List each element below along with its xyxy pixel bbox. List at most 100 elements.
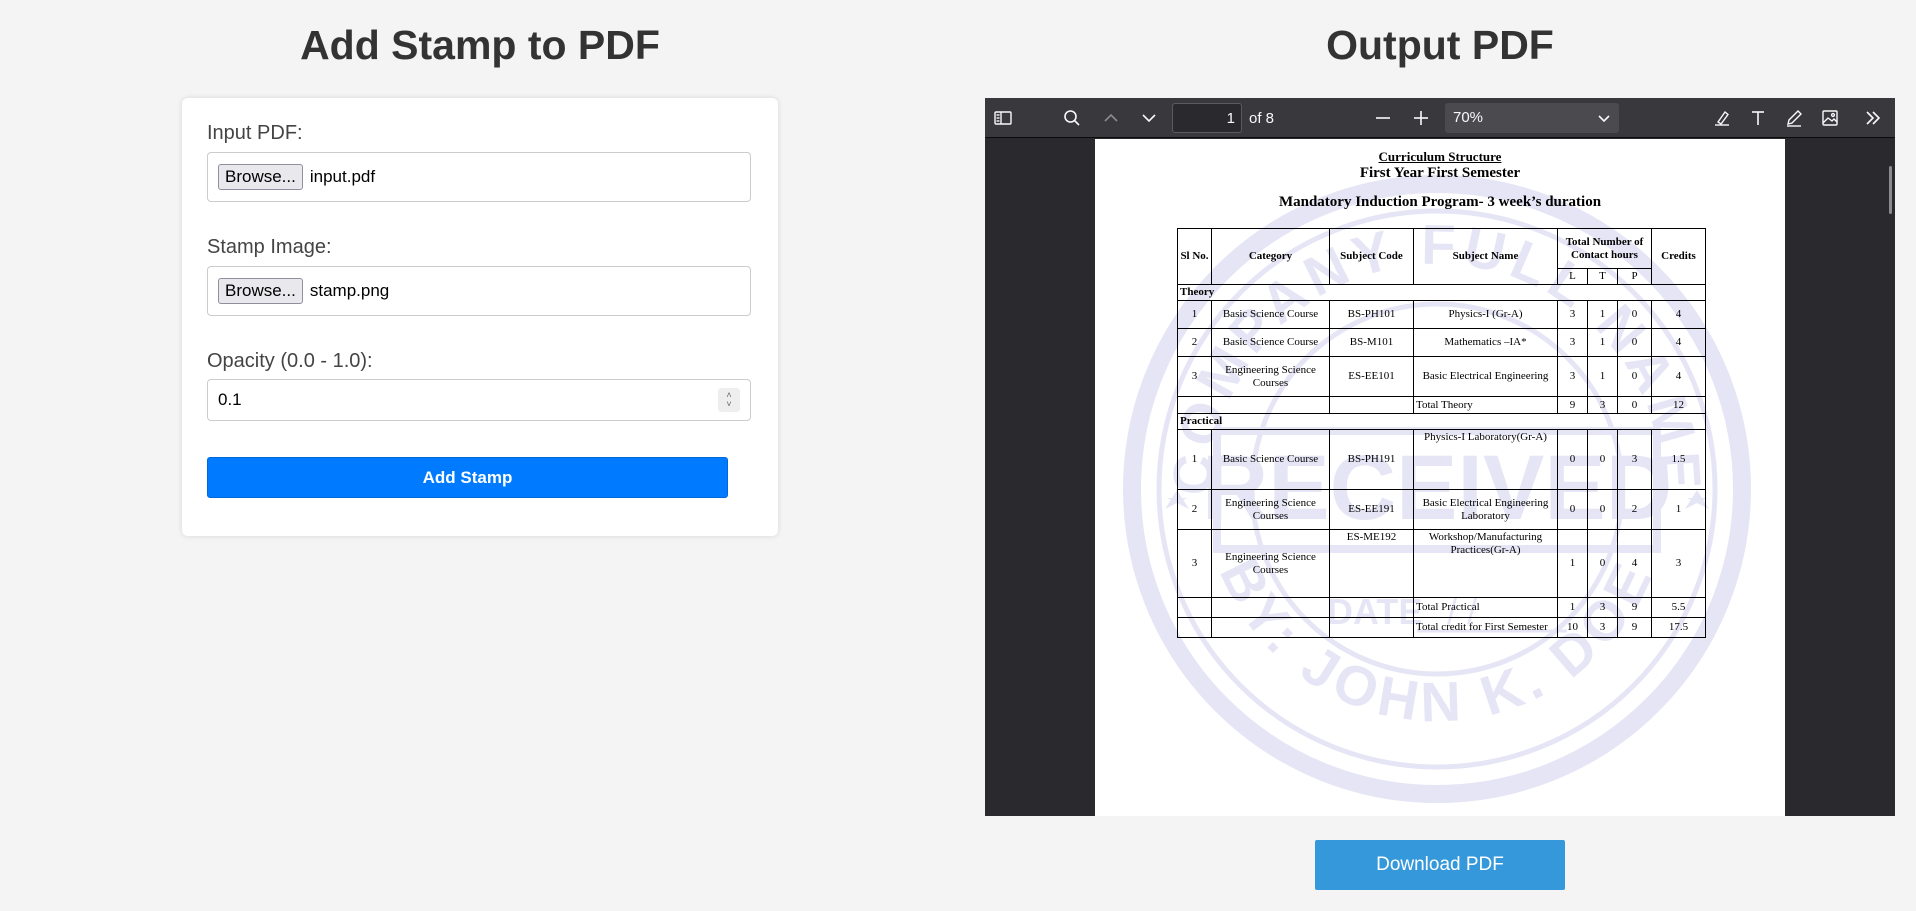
cell-t: 3 (1587, 597, 1618, 618)
table-row: 1 Basic Science Course BS-PH101 Physics-… (1177, 300, 1706, 329)
chevron-down-icon (1598, 115, 1610, 123)
cell-name: Mathematics –IA* (1413, 328, 1558, 357)
cell-p: 0 (1617, 328, 1652, 357)
cell-name: Physics-I Laboratory(Gr-A) (1413, 429, 1558, 490)
doc-heading-semester: First Year First Semester (1359, 165, 1521, 181)
input-pdf-browse-button[interactable]: Browse... (218, 164, 303, 190)
image-icon[interactable] (1818, 106, 1842, 130)
pdf-viewer[interactable]: 1 of 8 70% COMPANY FULL NAME BY: JOHN K.… (985, 98, 1895, 816)
pdf-toolbar: 1 of 8 70% (985, 98, 1895, 138)
col-header-t: T (1587, 268, 1618, 285)
cell-category (1211, 396, 1330, 414)
tools-menu-icon[interactable] (1861, 106, 1885, 130)
page-number-input[interactable]: 1 (1172, 103, 1242, 133)
cell-t: 1 (1587, 300, 1618, 329)
highlight-icon[interactable] (1710, 106, 1734, 130)
cell-p: 4 (1617, 529, 1652, 598)
cell-sl: 1 (1177, 300, 1212, 329)
table-row: 1 Basic Science Course BS-PH191 Physics-… (1177, 429, 1706, 490)
table-row: Total credit for First Semester 10 3 9 1… (1177, 617, 1706, 638)
cell-t: 3 (1587, 396, 1618, 414)
cell-t: 1 (1587, 328, 1618, 357)
cell-name: Total credit for First Semester (1413, 617, 1558, 638)
cell-credits: 4 (1651, 328, 1706, 357)
col-header-name: Subject Name (1413, 228, 1558, 285)
cell-l: 0 (1557, 489, 1588, 530)
spinner-down-icon[interactable]: ˅ (726, 400, 731, 409)
table-row: Total Practical 1 3 9 5.5 (1177, 597, 1706, 618)
zoom-in-icon[interactable] (1409, 106, 1433, 130)
cell-code (1329, 617, 1414, 638)
cell-name: Basic Electrical Engineering Laboratory (1413, 489, 1558, 530)
cell-l: 1 (1557, 529, 1588, 598)
zoom-select[interactable]: 70% (1445, 103, 1619, 133)
stamp-image-file-input[interactable]: Browse... stamp.png (207, 266, 751, 316)
cell-credits: 1.5 (1651, 429, 1706, 490)
cell-category: Engineering Science Courses (1211, 529, 1330, 598)
chevron-up-icon[interactable] (1099, 106, 1123, 130)
cell-credits: 12 (1651, 396, 1706, 414)
cell-code (1329, 396, 1414, 414)
download-pdf-button[interactable]: Download PDF (1315, 840, 1565, 890)
cell-l: 9 (1557, 396, 1588, 414)
opacity-input[interactable]: 0.1 ˄ ˅ (207, 379, 751, 421)
cell-sl (1177, 597, 1212, 618)
col-header-hours: Total Number of Contact hours (1557, 228, 1652, 269)
cell-sl: 1 (1177, 429, 1212, 490)
zoom-out-icon[interactable] (1371, 106, 1395, 130)
opacity-spinner[interactable]: ˄ ˅ (718, 388, 740, 412)
cell-t: 3 (1587, 617, 1618, 638)
cell-code: BS-M101 (1329, 328, 1414, 357)
cell-credits: 4 (1651, 356, 1706, 397)
cell-code (1329, 597, 1414, 618)
cell-l: 10 (1557, 617, 1588, 638)
cell-p: 9 (1617, 597, 1652, 618)
cell-sl: 2 (1177, 489, 1212, 530)
cell-category: Basic Science Course (1211, 429, 1330, 490)
cell-sl (1177, 396, 1212, 414)
cell-name: Workshop/Manufacturing Practices(Gr-A) (1413, 529, 1558, 598)
viewer-scrollbar[interactable] (1889, 166, 1892, 214)
cell-l: 0 (1557, 429, 1588, 490)
cell-t: 0 (1587, 429, 1618, 490)
cell-t: 0 (1587, 489, 1618, 530)
table-row: 2 Engineering Science Courses ES-EE191 B… (1177, 489, 1706, 530)
doc-heading-induction: Mandatory Induction Program- 3 week’s du… (1278, 194, 1602, 210)
opacity-value: 0.1 (218, 390, 242, 409)
cell-p: 2 (1617, 489, 1652, 530)
cell-name: Physics-I (Gr-A) (1413, 300, 1558, 329)
cell-name: Total Theory (1413, 396, 1558, 414)
section-theory: Theory (1177, 284, 1706, 301)
text-tool-icon[interactable] (1746, 106, 1770, 130)
cell-category: Engineering Science Courses (1211, 356, 1330, 397)
cell-name: Basic Electrical Engineering (1413, 356, 1558, 397)
cell-l: 3 (1557, 300, 1588, 329)
cell-p: 3 (1617, 429, 1652, 490)
page-count: of 8 (1249, 110, 1275, 127)
add-stamp-button[interactable]: Add Stamp (207, 457, 728, 498)
cell-category (1211, 617, 1330, 638)
stamp-image-label: Stamp Image: (207, 236, 332, 258)
col-header-sl: Sl No. (1177, 228, 1212, 285)
table-row: 3 Engineering Science Courses ES-EE101 B… (1177, 356, 1706, 397)
cell-p: 9 (1617, 617, 1652, 638)
cell-credits: 17.5 (1651, 617, 1706, 638)
cell-code: BS-PH101 (1329, 300, 1414, 329)
cell-code: ES-ME192 (1329, 529, 1414, 598)
cell-sl: 3 (1177, 529, 1212, 598)
stamp-form: Input PDF: Browse... input.pdf Stamp Ima… (182, 98, 778, 536)
col-header-l: L (1557, 268, 1588, 285)
draw-icon[interactable] (1782, 106, 1806, 130)
col-header-category: Category (1211, 228, 1330, 285)
chevron-down-icon[interactable] (1137, 106, 1161, 130)
table-row: Total Theory 9 3 0 12 (1177, 396, 1706, 414)
stamp-image-browse-button[interactable]: Browse... (218, 278, 303, 304)
search-icon[interactable] (1060, 106, 1084, 130)
input-pdf-file-input[interactable]: Browse... input.pdf (207, 152, 751, 202)
sidebar-toggle-icon[interactable] (991, 106, 1015, 130)
cell-name: Total Practical (1413, 597, 1558, 618)
stamp-image-filename: stamp.png (309, 281, 390, 300)
cell-category (1211, 597, 1330, 618)
doc-heading-structure: Curriculum Structure (1378, 149, 1502, 164)
cell-l: 3 (1557, 328, 1588, 357)
